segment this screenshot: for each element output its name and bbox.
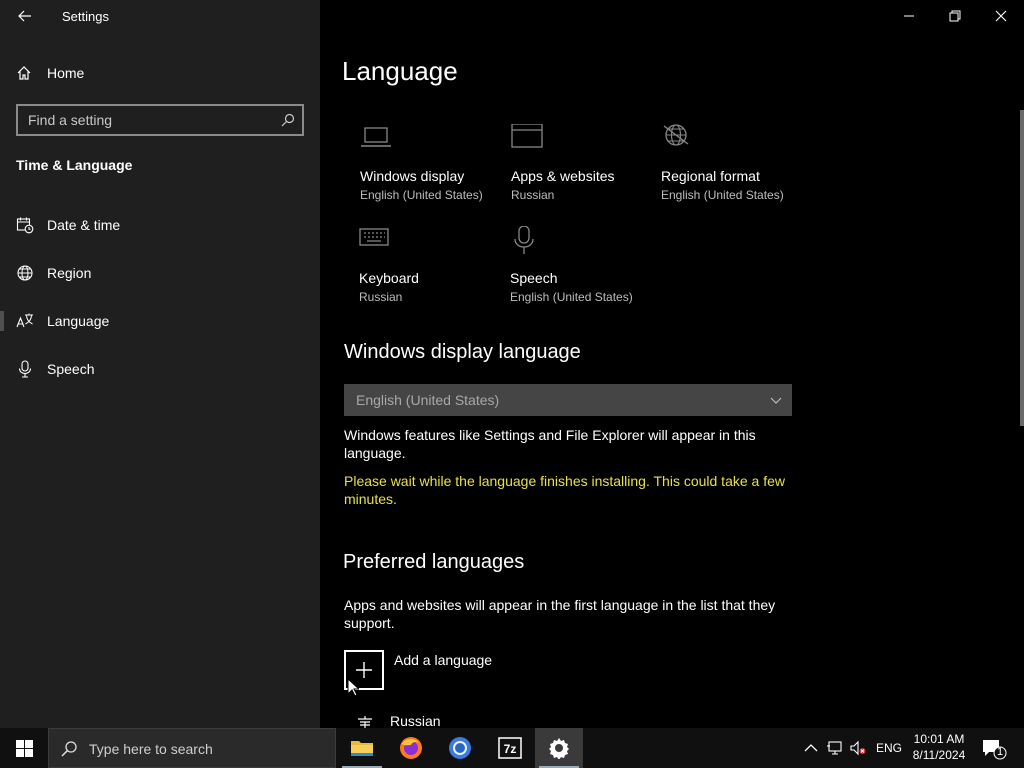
tile-windows-display[interactable]: Windows display English (United States) [360, 124, 510, 214]
firefox-icon [400, 737, 422, 759]
tile-name: Apps & websites [511, 168, 615, 184]
taskbar-app-chromium[interactable] [436, 728, 484, 768]
folder-icon [351, 741, 373, 756]
taskbar-clock[interactable]: 10:01 AM 8/11/2024 [908, 731, 970, 763]
minimize-icon [904, 15, 914, 17]
clock-time: 10:01 AM [913, 732, 965, 746]
calendar-clock-icon [16, 217, 34, 234]
7zip-icon-text: 7z [504, 742, 517, 756]
sidebar-item-label: Date & time [47, 217, 121, 233]
tile-keyboard[interactable]: Keyboard Russian [359, 226, 509, 316]
page-title: Language [342, 56, 458, 86]
sidebar-item-speech[interactable]: Speech [0, 349, 320, 389]
regional-globe-icon [663, 124, 689, 146]
tile-speech[interactable]: Speech English (United States) [510, 226, 660, 316]
browser-window-icon [511, 124, 543, 148]
taskbar: Type here to search 7z ENG 10:01 AM 8/11… [0, 728, 1024, 768]
selected-indicator [0, 311, 4, 331]
tile-value: Russian [359, 290, 403, 304]
taskbar-app-7zip[interactable]: 7z [486, 728, 534, 768]
tile-value: English (United States) [510, 290, 633, 304]
minimize-button[interactable] [886, 0, 932, 32]
restore-icon [949, 10, 961, 22]
back-arrow-icon [18, 10, 31, 22]
settings-sidebar: Settings Home Time & Language Date & tim… [0, 0, 320, 728]
close-button[interactable] [978, 0, 1024, 32]
plus-icon [356, 662, 372, 678]
search-icon [61, 741, 77, 757]
microphone-icon [514, 226, 534, 254]
sidebar-item-label: Speech [47, 361, 95, 377]
back-button[interactable] [12, 4, 38, 28]
display-language-description: Windows features like Settings and File … [344, 427, 756, 461]
chevron-up-icon[interactable] [803, 740, 819, 756]
tile-apps-websites[interactable]: Apps & websites Russian [511, 124, 661, 214]
clock-date: 8/11/2024 [912, 748, 966, 762]
start-button[interactable] [0, 728, 48, 768]
app-title: Settings [62, 9, 109, 24]
display-language-dropdown[interactable]: English (United States) [344, 384, 792, 416]
home-icon [17, 66, 31, 80]
sidebar-item-home[interactable]: Home [16, 62, 84, 84]
tile-name: Keyboard [359, 270, 419, 286]
notification-icon [983, 740, 1007, 760]
section-title: Time & Language [16, 157, 133, 173]
home-label: Home [47, 65, 85, 81]
keyboard-icon [359, 228, 389, 246]
close-icon [995, 10, 1007, 22]
chevron-down-icon [770, 397, 782, 404]
dropdown-value: English (United States) [356, 392, 500, 408]
globe-icon [17, 265, 33, 281]
taskbar-search-placeholder: Type here to search [89, 741, 213, 757]
taskbar-search-box[interactable]: Type here to search [48, 728, 336, 768]
sidebar-item-date-time[interactable]: Date & time [0, 205, 320, 245]
mouse-cursor-icon [347, 678, 359, 697]
find-setting-box[interactable] [16, 104, 304, 136]
laptop-icon [361, 127, 391, 147]
restore-button[interactable] [932, 0, 978, 32]
tile-value: English (United States) [360, 188, 483, 202]
find-setting-input[interactable] [28, 111, 268, 129]
sidebar-item-label: Region [47, 265, 92, 281]
chromium-icon [449, 737, 471, 759]
install-warning: Please wait while the language finishes … [344, 473, 785, 507]
7zip-icon: 7z [498, 737, 522, 759]
tile-value: English (United States) [661, 188, 784, 202]
input-language-indicator[interactable]: ENG [876, 741, 902, 755]
action-center-button[interactable]: 1 [978, 738, 1008, 760]
tile-regional-format[interactable]: Regional format English (United States) [661, 124, 811, 214]
language-icon [358, 716, 372, 728]
search-icon[interactable] [281, 113, 295, 127]
microphone-icon [18, 360, 32, 378]
taskbar-app-settings[interactable] [535, 728, 583, 768]
preferred-languages-description: Apps and websites will appear in the fir… [344, 597, 776, 631]
volume-muted-icon[interactable] [850, 740, 866, 756]
tile-name: Regional format [661, 168, 760, 184]
tile-name: Speech [510, 270, 558, 286]
sidebar-item-label: Language [47, 313, 110, 329]
preferred-languages-heading: Preferred languages [343, 551, 525, 573]
language-icon [16, 313, 33, 328]
notification-count: 1 [997, 746, 1004, 758]
vertical-scrollbar[interactable] [1020, 110, 1024, 426]
tile-name: Windows display [360, 168, 465, 184]
windows-logo-icon [15, 739, 33, 757]
taskbar-app-firefox[interactable] [387, 728, 435, 768]
display-language-heading: Windows display language [344, 341, 581, 363]
tile-value: Russian [511, 188, 555, 202]
network-icon[interactable] [827, 740, 843, 756]
taskbar-app-file-explorer[interactable] [338, 728, 386, 768]
add-language-label[interactable]: Add a language [394, 652, 492, 668]
gear-icon [549, 738, 569, 759]
sidebar-item-region[interactable]: Region [0, 253, 320, 293]
main-content: Language Windows display English (United… [320, 0, 1024, 728]
language-name: Russian [390, 713, 441, 728]
sidebar-item-language[interactable]: Language [0, 301, 320, 341]
